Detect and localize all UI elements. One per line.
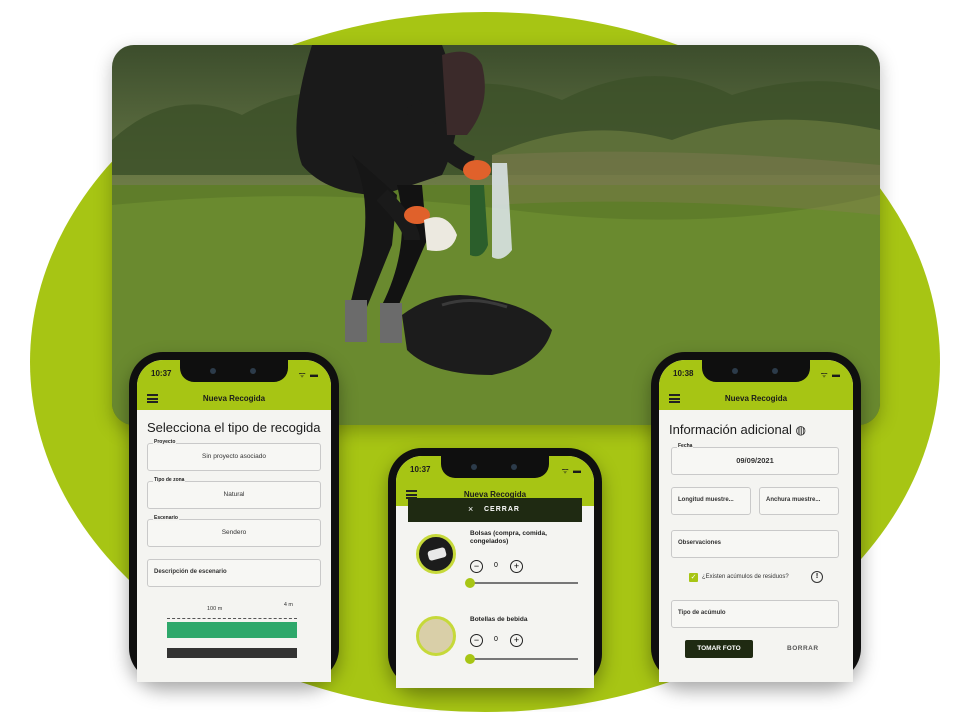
item-image-bottles (416, 616, 456, 656)
item-name: Botellas de bebida (470, 616, 528, 623)
scale-label-left: 100 m (207, 606, 223, 612)
tipo-acumulo-field[interactable]: Tipo de acúmulo (671, 600, 839, 628)
signal-wifi-battery-icon: ᯤ ▬ (298, 370, 319, 379)
close-label[interactable]: CERRAR (484, 506, 520, 513)
app-bar: Nueva Recogida (659, 388, 853, 410)
field-label: Fecha (677, 443, 694, 449)
signal-wifi-battery-icon: ᯤ ▬ (561, 466, 582, 475)
fecha-field[interactable]: Fecha 09/09/2021 (671, 443, 839, 475)
phone-right: 10:38 ᯤ ▬ Nueva Recogida Información adi… (651, 352, 861, 682)
status-time: 10:38 (673, 369, 694, 378)
scale-diagram: 100 m 4 m (167, 602, 297, 666)
item-count: 0 (494, 636, 498, 643)
field-value: 09/09/2021 (736, 456, 774, 465)
quantity-slider[interactable] (465, 654, 578, 664)
close-bar[interactable]: × CERRAR (408, 498, 582, 522)
increment-button[interactable]: + (510, 634, 523, 647)
phone-middle-screen: 10:37 ᯤ ▬ Nueva Recogida × CERRAR Bolsas… (396, 456, 594, 688)
phone-notch (702, 360, 810, 382)
decrement-button[interactable]: − (470, 634, 483, 647)
item-name: Bolsas (compra, comida, congelados) (470, 530, 547, 545)
app-title: Nueva Recogida (202, 394, 266, 403)
status-time: 10:37 (410, 465, 431, 474)
slider-thumb[interactable] (465, 578, 475, 588)
heading-text: Información adicional (669, 422, 792, 437)
section-heading: Información adicional ◍ (669, 422, 806, 437)
checkbox-label: ¿Existen acúmulos de residuos? (702, 574, 789, 580)
longitud-muestreo-field[interactable]: Longitud muestre... (671, 487, 751, 515)
increment-button[interactable]: + (510, 560, 523, 573)
status-bar: 10:37 ᯤ ▬ (137, 360, 331, 388)
status-bar: 10:38 ᯤ ▬ (659, 360, 853, 388)
close-icon[interactable]: × (468, 504, 473, 514)
info-icon[interactable]: ! (811, 571, 823, 583)
phone-notch (441, 456, 549, 478)
field-placeholder: Anchura muestre... (766, 497, 821, 503)
phone-left-screen: 10:37 ᯤ ▬ Nueva Recogida Selecciona el t… (137, 360, 331, 682)
phone-right-screen: 10:38 ᯤ ▬ Nueva Recogida Información adi… (659, 360, 853, 682)
checkbox-checked-icon[interactable]: ✓ (689, 573, 698, 582)
field-placeholder: Longitud muestre... (678, 497, 734, 503)
escenario-field[interactable]: Escenario Sendero (147, 515, 321, 547)
quantity-slider[interactable] (465, 578, 578, 588)
field-value: Sin proyecto asociado (202, 453, 266, 460)
field-label: Tipo de zona (153, 477, 186, 483)
scale-label-right: 4 m (283, 602, 293, 608)
phone-middle: 10:37 ᯤ ▬ Nueva Recogida × CERRAR Bolsas… (388, 448, 602, 688)
field-placeholder: Descripción de escenario (154, 569, 227, 575)
anchura-muestreo-field[interactable]: Anchura muestre... (759, 487, 839, 515)
litter-item-list: Bolsas (compra, comida, congelados) − 0 … (408, 522, 582, 664)
field-value: Natural (223, 491, 245, 498)
borrar-button[interactable]: BORRAR (787, 645, 819, 652)
field-value: Sendero (221, 529, 247, 536)
proyecto-field[interactable]: Proyecto Sin proyecto asociado (147, 439, 321, 471)
phone-notch (180, 360, 288, 382)
status-bar: 10:37 ᯤ ▬ (396, 456, 594, 484)
section-heading: Selecciona el tipo de recogida (147, 420, 321, 435)
field-label: Proyecto (153, 439, 177, 445)
descripcion-escenario-field[interactable]: Descripción de escenario (147, 559, 321, 587)
list-item: Bolsas (compra, comida, congelados) − 0 … (408, 522, 582, 602)
tipo-de-zona-field[interactable]: Tipo de zona Natural (147, 477, 321, 509)
status-time: 10:37 (151, 369, 172, 378)
item-image-bags (416, 534, 456, 574)
field-label: Escenario (153, 515, 179, 521)
tomar-foto-button[interactable]: TOMAR FOTO (685, 640, 753, 658)
app-bar: Nueva Recogida (137, 388, 331, 410)
accumulation-checkbox-row[interactable]: ✓ ¿Existen acúmulos de residuos? ! (689, 571, 849, 586)
button-label: TOMAR FOTO (697, 645, 741, 652)
field-placeholder: Observaciones (678, 540, 722, 546)
field-placeholder: Tipo de acúmulo (678, 610, 726, 616)
observaciones-field[interactable]: Observaciones (671, 530, 839, 558)
phone-left: 10:37 ᯤ ▬ Nueva Recogida Selecciona el t… (129, 352, 339, 682)
list-item: Botellas de bebida − 0 + (408, 606, 582, 686)
decrement-button[interactable]: − (470, 560, 483, 573)
app-title: Nueva Recogida (724, 394, 788, 403)
slider-thumb[interactable] (465, 654, 475, 664)
item-count: 0 (494, 562, 498, 569)
globe-icon: ◍ (795, 423, 806, 437)
signal-wifi-battery-icon: ᯤ ▬ (820, 370, 841, 379)
